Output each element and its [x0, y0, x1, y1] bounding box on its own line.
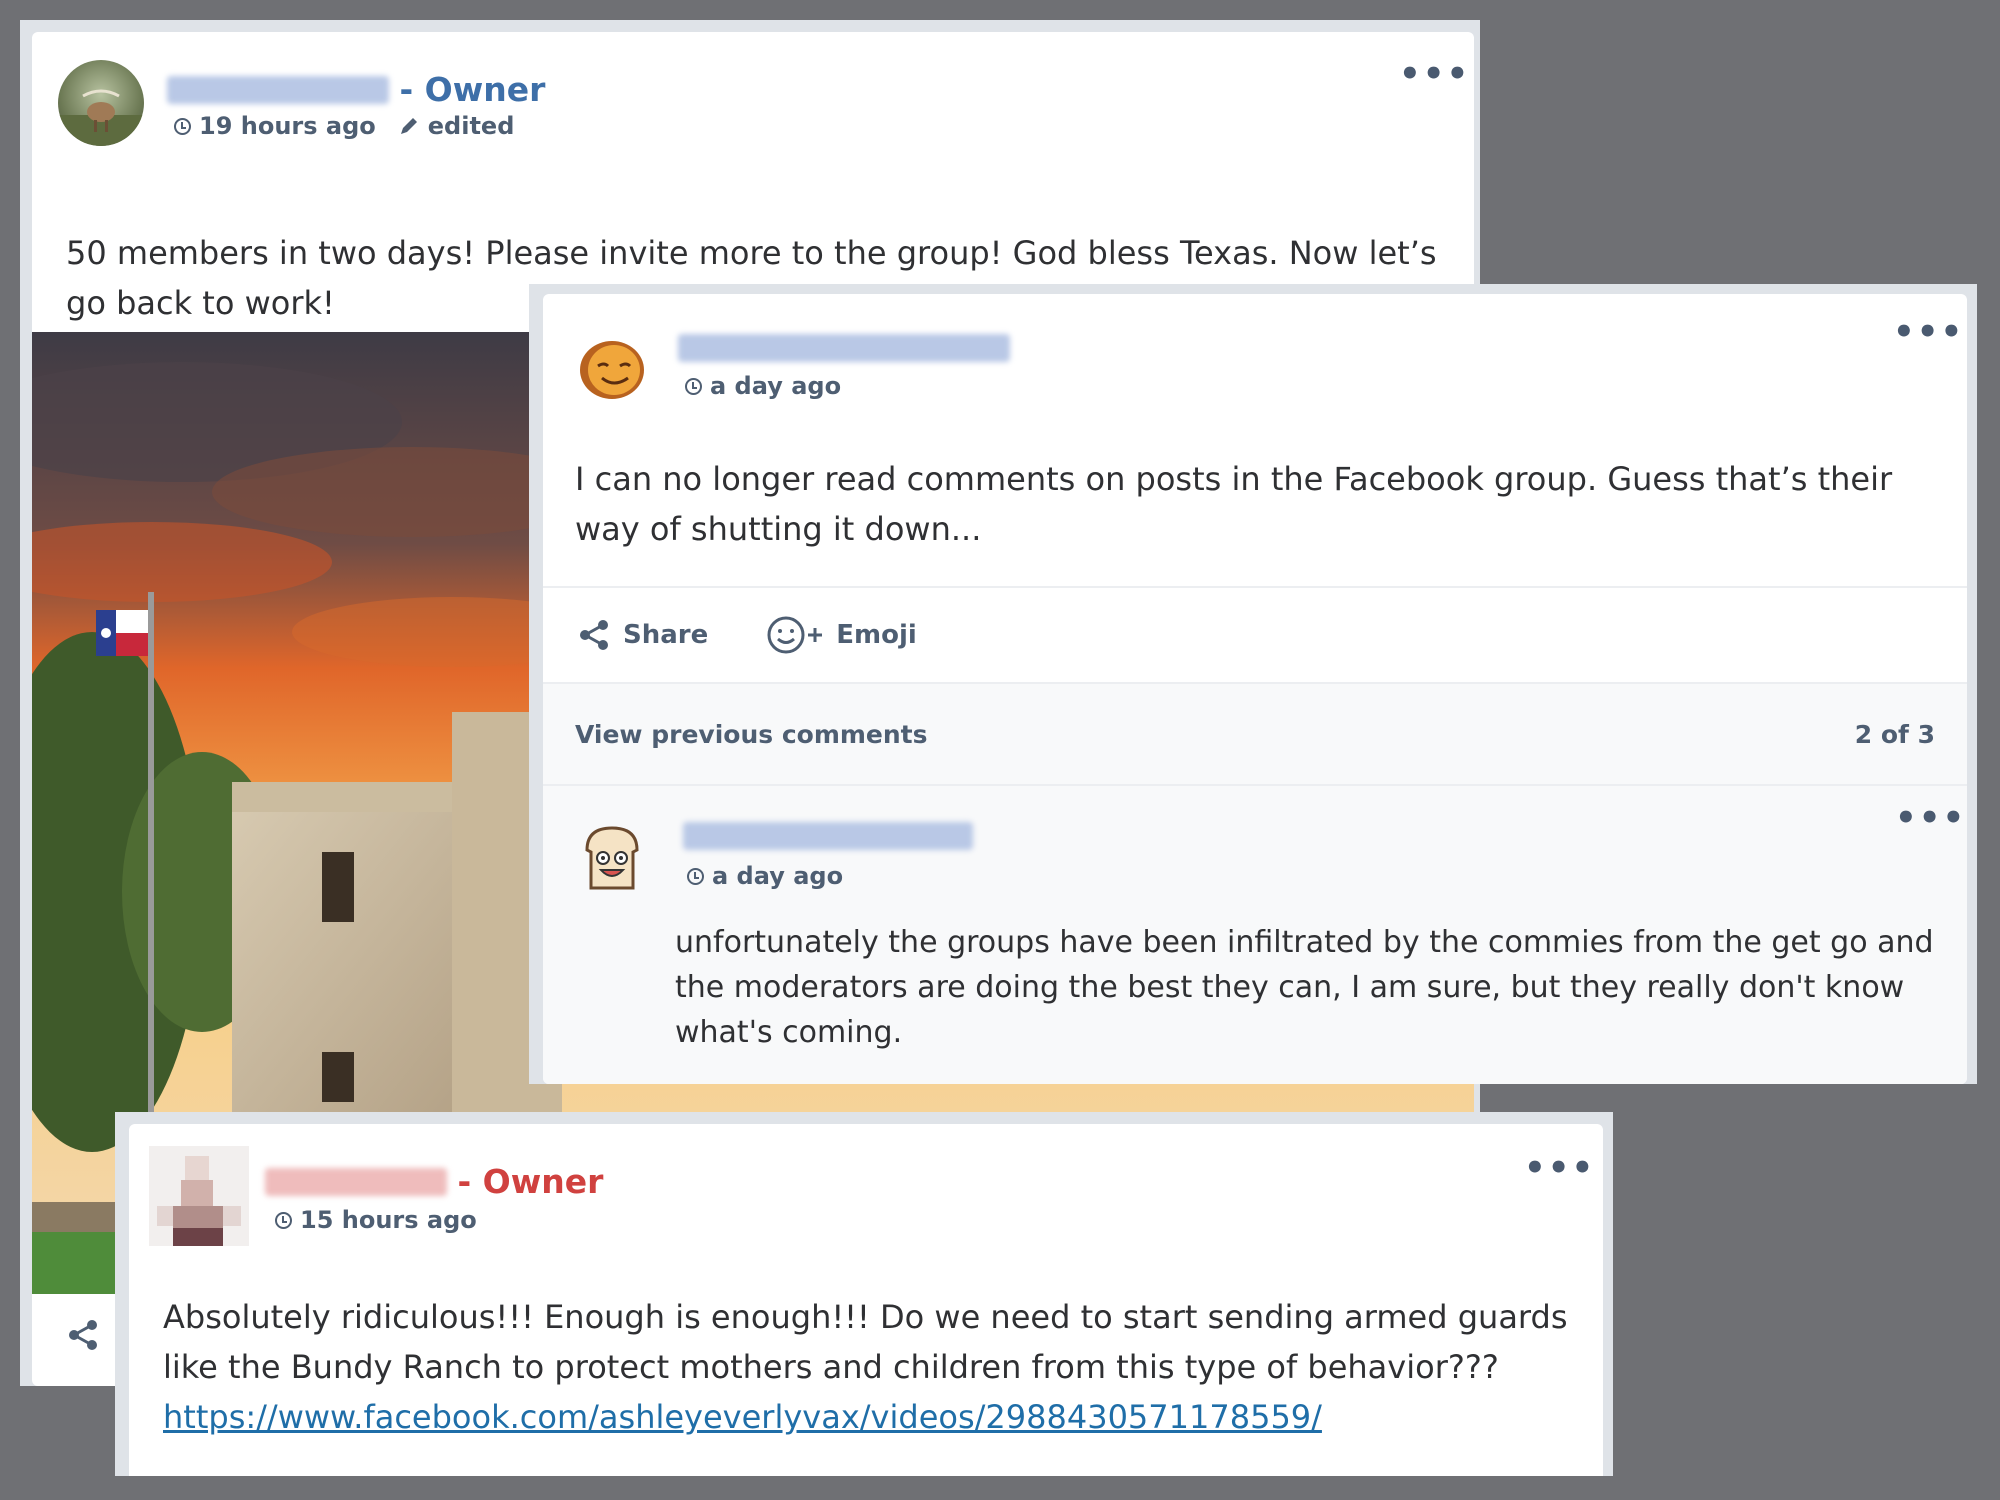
post-3-text: Absolutely ridiculous!!! Enough is enoug…	[163, 1292, 1583, 1442]
post-2-card: a day ago ••• I can no longer read comme…	[543, 294, 1967, 1084]
clock-icon	[687, 867, 704, 885]
post-2-author-name-blurred[interactable]	[678, 334, 1010, 362]
pencil-icon	[400, 118, 417, 134]
emoji-button[interactable]: Emoji	[766, 615, 917, 655]
post-3-author-name-blurred[interactable]	[265, 1167, 447, 1196]
post-1-time[interactable]: 19 hours ago	[199, 112, 376, 140]
post-2-meta: a day ago	[685, 372, 841, 400]
post-3-video-link[interactable]: https://www.facebook.com/ashleyeverlyvax…	[163, 1398, 1322, 1436]
post-2-more-options-icon[interactable]: •••	[1893, 315, 1964, 349]
post-3-more-options-icon[interactable]: •••	[1524, 1151, 1595, 1185]
comment-count: 2 of 3	[1854, 720, 1935, 749]
post-3-author-role: - Owner	[457, 1162, 604, 1201]
comment-time[interactable]: a day ago	[712, 862, 843, 890]
post-1-author: - Owner	[167, 68, 545, 109]
post-1-author-avatar[interactable]	[58, 60, 144, 146]
share-button[interactable]: Share	[577, 618, 708, 652]
view-previous-comments-link[interactable]: View previous comments	[575, 720, 928, 749]
post-2-author-avatar[interactable]	[576, 330, 648, 402]
post-3-card: - Owner 15 hours ago ••• Absolutely ridi…	[129, 1124, 1603, 1476]
clock-icon	[174, 117, 191, 135]
post-1-share-icon[interactable]	[66, 1318, 100, 1352]
share-icon	[580, 620, 608, 650]
post-1-more-options-icon[interactable]: •••	[1399, 57, 1470, 91]
comments-header: View previous comments 2 of 3	[543, 682, 1967, 786]
post-3-author-avatar[interactable]	[149, 1146, 249, 1246]
post-2-text: I can no longer read comments on posts i…	[575, 460, 1893, 548]
comment-text: unfortunately the groups have been infil…	[675, 925, 1934, 1050]
post-1-author-role: - Owner	[399, 70, 546, 109]
comment-author-avatar[interactable]	[581, 824, 643, 892]
post-2-actions: Share Emoji	[543, 586, 1967, 682]
post-3-author: - Owner	[265, 1160, 603, 1201]
post-3-meta: 15 hours ago	[275, 1206, 477, 1234]
emoji-label: Emoji	[836, 620, 917, 650]
share-label: Share	[623, 620, 709, 650]
comment-meta: a day ago	[687, 862, 843, 890]
toast-avatar-icon	[585, 826, 639, 890]
post-2-time[interactable]: a day ago	[710, 372, 841, 400]
emoji-add-icon	[767, 616, 823, 654]
post-1-edited: edited	[427, 112, 515, 140]
post-3-time[interactable]: 15 hours ago	[300, 1206, 477, 1234]
pixelated-avatar-image	[149, 1146, 249, 1246]
post-1-author-name-blurred[interactable]	[167, 75, 389, 104]
smiling-face-avatar-icon	[580, 341, 644, 399]
comment-more-options-icon[interactable]: •••	[1895, 801, 1966, 835]
post-3-body: Absolutely ridiculous!!! Enough is enoug…	[163, 1298, 1568, 1386]
clock-icon	[275, 1211, 292, 1229]
post-1-meta: 19 hours ago edited	[174, 112, 514, 140]
texas-flag	[96, 610, 148, 656]
comment-author-name-blurred[interactable]	[683, 822, 973, 850]
longhorn-image	[58, 89, 144, 146]
comment: a day ago ••• unfortunately the groups h…	[543, 786, 1967, 1084]
clock-icon	[685, 377, 702, 395]
